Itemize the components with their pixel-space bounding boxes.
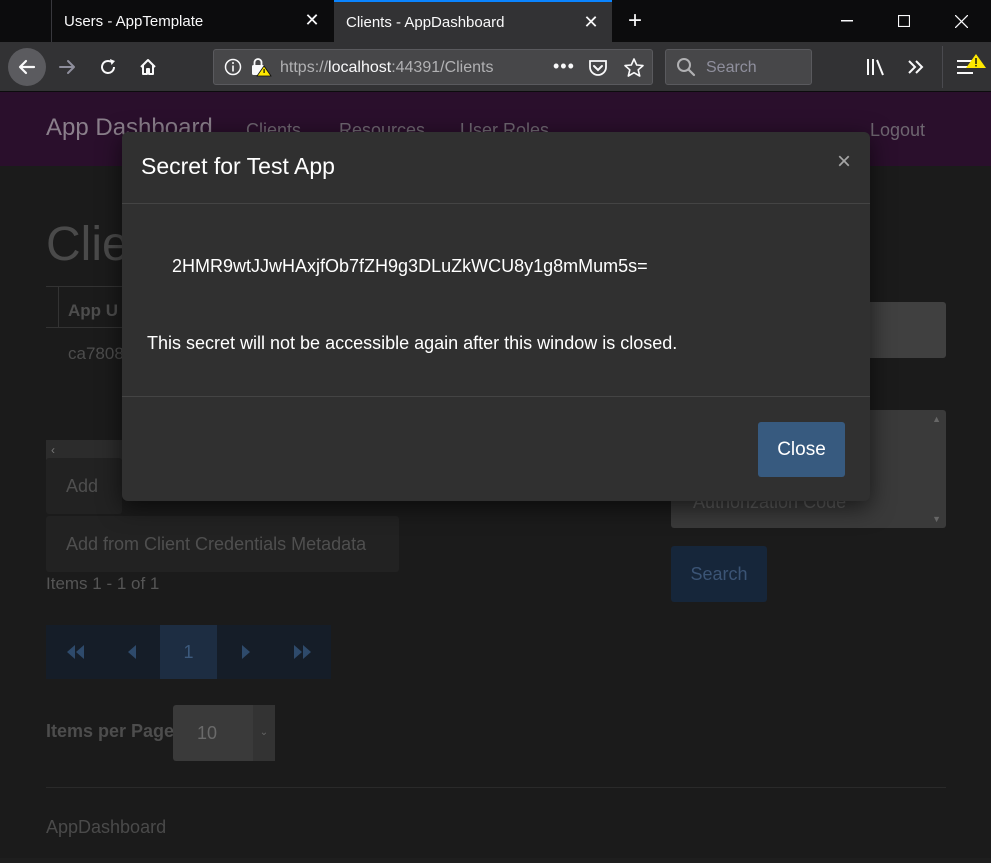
pocket-icon[interactable]: [588, 58, 608, 83]
grid-divider: [46, 327, 126, 328]
left-triangle-icon: [127, 645, 136, 659]
reload-icon: [101, 59, 115, 74]
add-button-label: Add: [66, 475, 99, 496]
chevron-down-icon: ⌄: [253, 705, 275, 761]
clients-grid: App U ca7808: [46, 286, 126, 412]
pager: 1: [46, 625, 331, 679]
url-text: https://localhost:44391/Clients: [280, 59, 494, 76]
footer-text: AppDashboard: [46, 817, 167, 837]
toolbar-divider: [942, 46, 943, 88]
double-left-icon: [66, 645, 84, 659]
scroll-up-icon[interactable]: ▲: [932, 414, 941, 424]
close-button[interactable]: Close: [758, 422, 845, 477]
home-icon: [140, 59, 156, 75]
underlying-window-edge: [0, 858, 991, 863]
page-title: Clie: [46, 218, 129, 271]
tab-close-icon[interactable]: ✕: [582, 13, 600, 31]
forward-arrow-icon: [59, 60, 75, 74]
last-page-button[interactable]: [274, 625, 331, 679]
search-placeholder: Search: [706, 59, 757, 76]
bookmark-star-icon[interactable]: [623, 57, 645, 84]
overflow-chevron-icon[interactable]: [906, 57, 926, 82]
double-right-icon: [293, 645, 311, 659]
insecure-lock-icon[interactable]: [250, 57, 272, 82]
footer-divider: [46, 787, 946, 788]
back-arrow-icon: [18, 59, 36, 75]
grid-cell: ca7808: [68, 344, 124, 363]
tab-label: Clients - AppDashboard: [346, 13, 505, 31]
info-icon[interactable]: [224, 58, 242, 81]
library-icon[interactable]: [866, 57, 888, 82]
items-per-page-value: 10: [197, 723, 218, 743]
first-page-button[interactable]: [46, 625, 103, 679]
forward-button[interactable]: [48, 48, 86, 86]
secret-modal: Secret for Test App × 2HMR9wtJJwHAxjfOb7…: [122, 132, 870, 501]
maximize-icon[interactable]: [878, 0, 930, 42]
url-bar[interactable]: https://localhost:44391/Clients •••: [213, 49, 653, 85]
tab-label: Users - AppTemplate: [64, 12, 204, 30]
page-number-button[interactable]: 1: [160, 625, 217, 679]
add-from-metadata-label: Add from Client Credentials Metadata: [66, 533, 367, 554]
tab-users-apptemplate[interactable]: Users - AppTemplate ✕: [51, 0, 333, 42]
items-per-page-label: Items per Page: [46, 721, 175, 741]
client-secret-value: 2HMR9wtJJwHAxjfOb7fZH9g3DLuZkWCU8y1g8mMu…: [172, 256, 648, 276]
reload-button[interactable]: [89, 48, 127, 86]
new-tab-icon[interactable]: +: [620, 6, 650, 36]
home-button[interactable]: [129, 48, 167, 86]
logout-link[interactable]: Logout: [870, 120, 925, 141]
search-box[interactable]: Search: [665, 49, 812, 85]
prev-page-button[interactable]: [103, 625, 160, 679]
window-close-icon[interactable]: [935, 0, 987, 42]
tab-close-icon[interactable]: ✕: [303, 11, 321, 29]
grid-divider: [58, 287, 59, 327]
page-actions-icon[interactable]: •••: [553, 56, 575, 77]
modal-footer-divider: [122, 396, 870, 397]
minimize-icon[interactable]: [821, 0, 873, 42]
items-per-page-select[interactable]: 10 ⌄: [173, 705, 275, 761]
modal-header: Secret for Test App ×: [122, 132, 870, 204]
grid-column-header[interactable]: App U: [68, 301, 118, 321]
add-button[interactable]: Add: [46, 458, 122, 514]
add-from-metadata-button[interactable]: Add from Client Credentials Metadata: [46, 516, 399, 572]
search-button[interactable]: Search: [671, 546, 767, 602]
secret-warning-text: This secret will not be accessible again…: [147, 333, 678, 353]
scroll-down-icon[interactable]: ▼: [932, 514, 941, 524]
nav-toolbar: https://localhost:44391/Clients ••• Sear…: [0, 42, 991, 92]
next-page-button[interactable]: [217, 625, 274, 679]
close-icon[interactable]: ×: [834, 150, 854, 174]
menu-icon[interactable]: [955, 54, 987, 85]
horizontal-scrollbar[interactable]: ‹: [46, 440, 126, 460]
items-count: Items 1 - 1 of 1: [46, 574, 160, 593]
back-button[interactable]: [8, 48, 46, 86]
modal-title: Secret for Test App: [141, 153, 335, 179]
search-icon: [676, 57, 696, 82]
browser-window: Users - AppTemplate ✕ Clients - AppDashb…: [0, 0, 991, 863]
right-triangle-icon: [241, 645, 250, 659]
tab-strip: Users - AppTemplate ✕ Clients - AppDashb…: [0, 0, 991, 42]
tab-clients-appdashboard[interactable]: Clients - AppDashboard ✕: [334, 0, 612, 42]
